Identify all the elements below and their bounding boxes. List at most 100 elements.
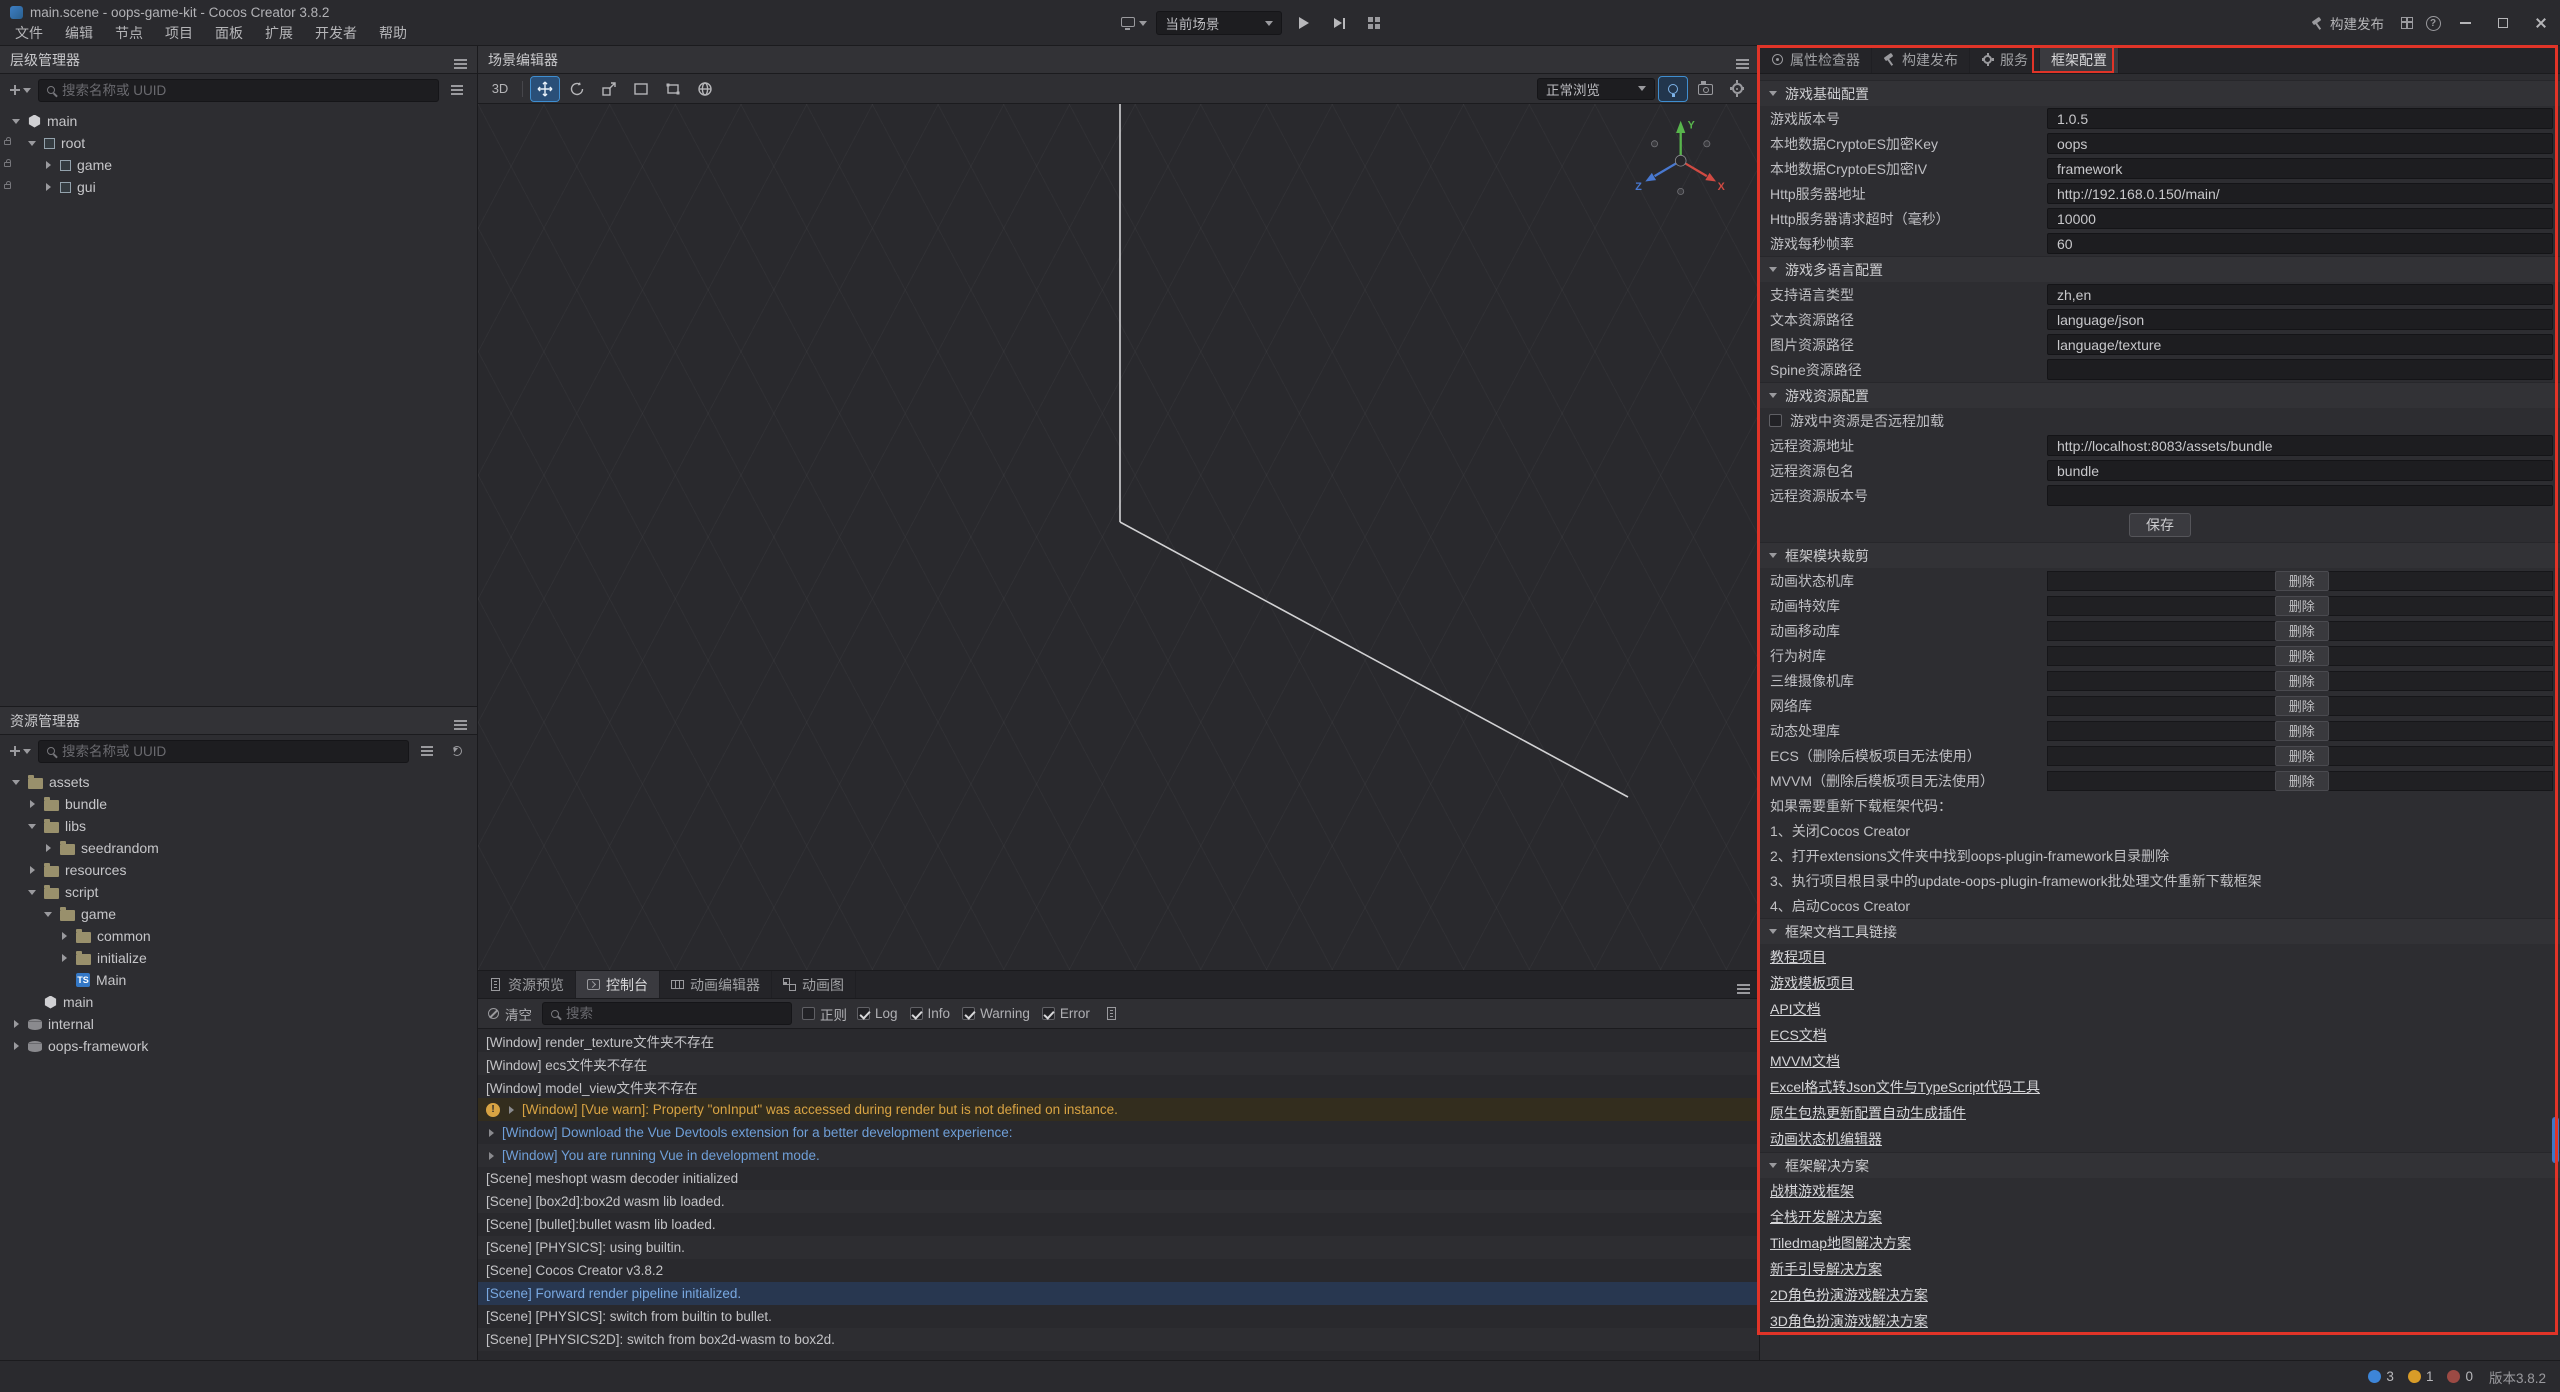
expand-icon[interactable]: [486, 1152, 496, 1160]
log-row[interactable]: [Window] You are running Vue in developm…: [478, 1144, 1759, 1167]
doc-link[interactable]: ECS文档: [1770, 1025, 1827, 1045]
text-input[interactable]: [2047, 485, 2553, 506]
solution-link[interactable]: 2D角色扮演游戏解决方案: [1770, 1285, 1928, 1305]
delete-button[interactable]: 删除: [2275, 671, 2329, 691]
menu-item[interactable]: 节点: [104, 22, 154, 44]
create-asset-button[interactable]: [8, 740, 32, 762]
panel-menu-icon[interactable]: [454, 720, 467, 722]
tree-row[interactable]: game: [0, 903, 477, 925]
world-local-toggle-button[interactable]: [691, 77, 719, 101]
log-row[interactable]: ![Window] [Vue warn]: Property "onInput"…: [478, 1098, 1759, 1121]
status-counter-info[interactable]: 3: [2368, 1369, 2394, 1384]
text-input[interactable]: language/json: [2047, 309, 2553, 330]
assets-search-input[interactable]: [62, 744, 400, 759]
move-tool-button[interactable]: [531, 77, 559, 101]
orientation-gizmo[interactable]: Y X Z: [1633, 113, 1733, 213]
checkbox-icon[interactable]: [910, 1007, 923, 1020]
save-button[interactable]: 保存: [2129, 513, 2191, 537]
tree-row[interactable]: resources: [0, 859, 477, 881]
checkbox-icon[interactable]: [802, 1007, 815, 1020]
scrollbar-thumb[interactable]: [2552, 1117, 2559, 1163]
menu-item[interactable]: 开发者: [304, 22, 368, 44]
text-input[interactable]: oops: [2047, 133, 2553, 154]
delete-button[interactable]: 删除: [2275, 746, 2329, 766]
layout-button[interactable]: [1361, 11, 1387, 35]
text-input[interactable]: language/texture: [2047, 334, 2553, 355]
doc-link[interactable]: 游戏模板项目: [1770, 973, 1854, 993]
solution-link[interactable]: 战棋游戏框架: [1770, 1181, 1854, 1201]
section-header-solutions[interactable]: 框架解决方案: [1760, 1152, 2560, 1178]
section-header-basic[interactable]: 游戏基础配置: [1760, 80, 2560, 106]
text-input[interactable]: 60: [2047, 233, 2553, 254]
tree-expand-arrow[interactable]: [42, 161, 54, 169]
status-counter-error[interactable]: 0: [2447, 1369, 2473, 1384]
tree-expand-arrow[interactable]: [10, 780, 22, 785]
menu-item[interactable]: 面板: [204, 22, 254, 44]
menu-item[interactable]: 扩展: [254, 22, 304, 44]
menu-item[interactable]: 项目: [154, 22, 204, 44]
text-input[interactable]: http://192.168.0.150/main/: [2047, 183, 2553, 204]
section-header-language[interactable]: 游戏多语言配置: [1760, 256, 2560, 282]
panel-menu-icon[interactable]: [454, 59, 467, 61]
delete-button[interactable]: 删除: [2275, 771, 2329, 791]
tab[interactable]: 构建发布: [1872, 46, 1970, 73]
menu-item[interactable]: 编辑: [54, 22, 104, 44]
log-row[interactable]: [Scene] [box2d]:box2d wasm lib loaded.: [478, 1190, 1759, 1213]
tree-expand-arrow[interactable]: [26, 800, 38, 808]
section-header-modules[interactable]: 框架模块裁剪: [1760, 542, 2560, 568]
rotate-tool-button[interactable]: [563, 77, 591, 101]
tab[interactable]: 框架配置: [2040, 46, 2119, 73]
tree-expand-arrow[interactable]: [58, 932, 70, 940]
log-row[interactable]: [Scene] [PHYSICS2D]: switch from box2d-w…: [478, 1328, 1759, 1351]
tree-expand-arrow[interactable]: [58, 954, 70, 962]
clear-console-button[interactable]: 清空: [488, 1004, 532, 1024]
tree-row[interactable]: TSMain: [0, 969, 477, 991]
tree-row[interactable]: common: [0, 925, 477, 947]
tree-expand-arrow[interactable]: [26, 866, 38, 874]
tab[interactable]: 动画图: [772, 971, 856, 998]
play-button[interactable]: [1291, 11, 1317, 35]
tree-row[interactable]: bundle: [0, 793, 477, 815]
tree-expand-arrow[interactable]: [42, 912, 54, 917]
scale-tool-button[interactable]: [595, 77, 623, 101]
regex-toggle[interactable]: 正则: [802, 1004, 847, 1024]
tree-row[interactable]: initialize: [0, 947, 477, 969]
tree-row[interactable]: libs: [0, 815, 477, 837]
scene-selector[interactable]: 当前场景: [1156, 11, 1282, 35]
collapse-logs-button[interactable]: [1100, 1003, 1124, 1025]
tree-expand-arrow[interactable]: [10, 1042, 22, 1050]
hierarchy-search-input[interactable]: [62, 83, 430, 98]
log-row[interactable]: [Scene] Forward render pipeline initiali…: [478, 1282, 1759, 1305]
log-row[interactable]: [Scene] meshopt wasm decoder initialized: [478, 1167, 1759, 1190]
tree-row[interactable]: assets: [0, 771, 477, 793]
delete-button[interactable]: 删除: [2275, 696, 2329, 716]
text-input[interactable]: framework: [2047, 158, 2553, 179]
doc-link[interactable]: 教程项目: [1770, 947, 1826, 967]
log-filter-toggle[interactable]: Warning: [962, 1006, 1030, 1021]
remote-load-checkbox[interactable]: [1769, 414, 1782, 427]
tree-row[interactable]: root: [0, 132, 477, 154]
tree-expand-arrow[interactable]: [42, 844, 54, 852]
tab[interactable]: 属性检查器: [1760, 46, 1872, 73]
menu-item[interactable]: 帮助: [368, 22, 418, 44]
scene-light-toggle-button[interactable]: [1659, 77, 1687, 101]
text-input[interactable]: 1.0.5: [2047, 108, 2553, 129]
hierarchy-filter-button[interactable]: [445, 79, 469, 101]
text-input[interactable]: [2047, 359, 2553, 380]
assets-sort-button[interactable]: [415, 740, 439, 762]
checkbox-icon[interactable]: [1042, 1007, 1055, 1020]
delete-button[interactable]: 删除: [2275, 621, 2329, 641]
panel-menu-icon[interactable]: [1737, 984, 1750, 986]
delete-button[interactable]: 删除: [2275, 646, 2329, 666]
tree-row[interactable]: game: [0, 154, 477, 176]
scene-camera-button[interactable]: [1691, 77, 1719, 101]
assets-refresh-button[interactable]: [445, 740, 469, 762]
maximize-button[interactable]: [2484, 0, 2522, 46]
create-node-button[interactable]: [8, 79, 32, 101]
minimize-button[interactable]: [2446, 0, 2484, 46]
view-mode-3d-button[interactable]: 3D: [486, 77, 514, 101]
help-button[interactable]: ?: [2420, 11, 2446, 35]
log-row[interactable]: [Scene] [bullet]:bullet wasm lib loaded.: [478, 1213, 1759, 1236]
tree-expand-arrow[interactable]: [10, 1020, 22, 1028]
close-button[interactable]: [2522, 0, 2560, 46]
